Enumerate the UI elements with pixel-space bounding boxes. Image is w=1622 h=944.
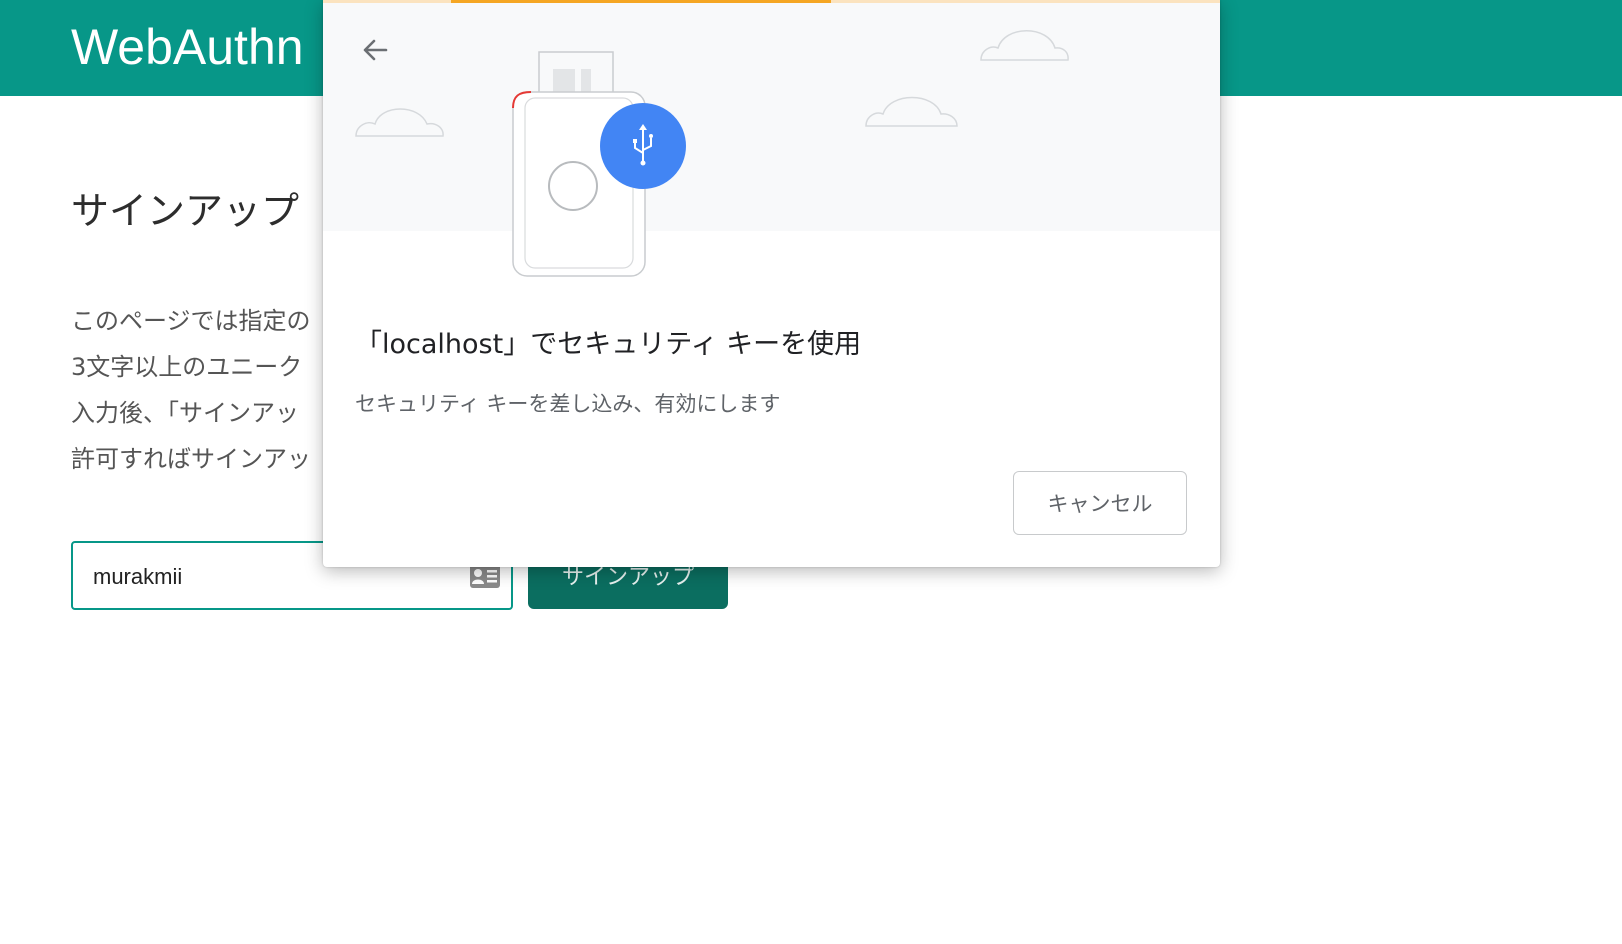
webauthn-dialog: 「localhost」でセキュリティ キーを使用 セキュリティ キーを差し込み、… bbox=[323, 0, 1220, 567]
description-line: このページでは指定の bbox=[71, 307, 311, 335]
arrow-back-icon bbox=[363, 39, 388, 61]
app-title: WebAuthn bbox=[71, 19, 304, 75]
cloud-icon bbox=[355, 108, 444, 137]
security-key-illustration bbox=[355, 30, 1069, 277]
usb-icon bbox=[600, 103, 686, 189]
page-title: サインアップ bbox=[71, 189, 300, 233]
back-button[interactable] bbox=[355, 30, 395, 70]
dialog-subtitle: セキュリティ キーを差し込み、有効にします bbox=[355, 392, 781, 416]
dialog-title: 「localhost」でセキュリティ キーを使用 bbox=[355, 329, 862, 360]
description-line: 許可すればサインアッ bbox=[71, 445, 311, 473]
page: WebAuthn サインアップ このページでは指定の 3文字以上のユニーク 入力… bbox=[0, 0, 1622, 944]
description-line: 3文字以上のユニーク bbox=[71, 353, 303, 381]
description: このページでは指定の 3文字以上のユニーク 入力後、「サインアッ 許可すればサイ… bbox=[71, 298, 311, 482]
cloud-icon bbox=[865, 96, 958, 127]
contact-card-icon[interactable] bbox=[469, 563, 501, 593]
cancel-button[interactable]: キャンセル bbox=[1013, 471, 1187, 535]
cloud-icon bbox=[980, 30, 1069, 61]
username-value[interactable]: murakmii bbox=[93, 564, 182, 590]
description-line: 入力後、「サインアッ bbox=[71, 399, 299, 427]
